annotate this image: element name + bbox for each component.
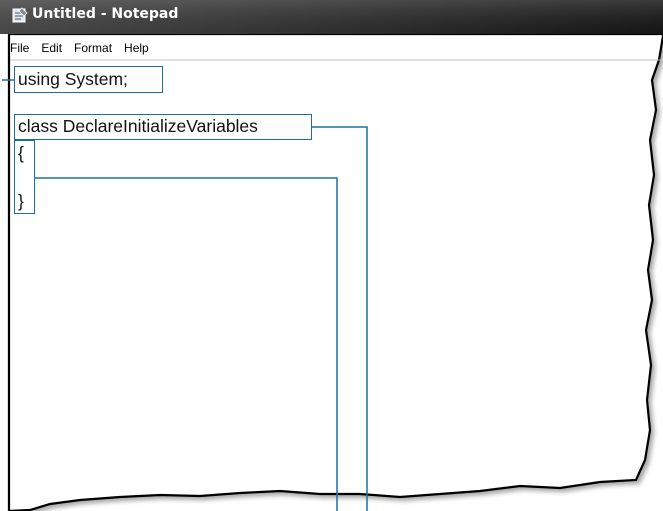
- notepad-screenshot: Untitled - Notepad File Edit Format Help…: [0, 0, 663, 511]
- callout-box-class: [14, 114, 312, 140]
- callout-box-using: [14, 66, 163, 93]
- titlebar[interactable]: Untitled - Notepad: [0, 0, 663, 35]
- menu-help[interactable]: Help: [124, 41, 149, 55]
- menu-file[interactable]: File: [10, 41, 29, 55]
- notepad-icon: [12, 7, 28, 23]
- window-title: Untitled - Notepad: [32, 6, 179, 22]
- menu-bar: File Edit Format Help: [10, 36, 161, 60]
- menu-edit[interactable]: Edit: [41, 41, 62, 55]
- callout-box-braces: [14, 140, 35, 214]
- menu-format[interactable]: Format: [74, 41, 112, 55]
